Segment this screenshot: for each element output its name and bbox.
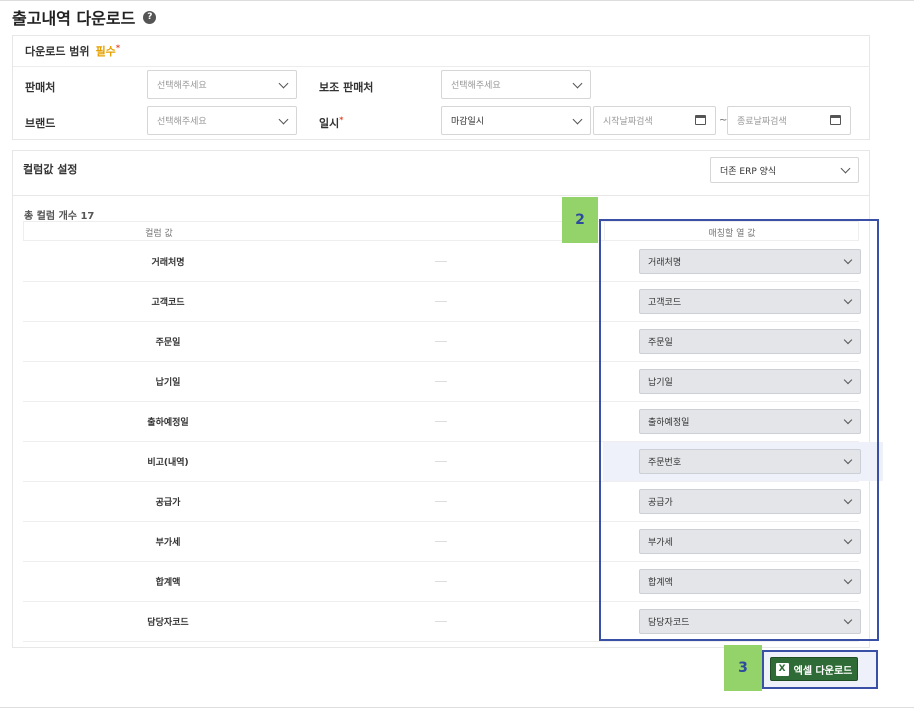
chevron-down-icon — [843, 615, 853, 625]
column-value-header: 컬럼 값 — [145, 229, 173, 239]
row-divider-dash — [435, 501, 447, 502]
calendar-icon[interactable] — [695, 115, 706, 125]
chevron-down-icon — [843, 375, 853, 385]
column-name: 공급가 — [155, 498, 181, 508]
row-divider-dash — [435, 301, 447, 302]
date-type-select[interactable]: 마감일시 — [441, 106, 591, 135]
chevron-down-icon — [572, 78, 583, 89]
column-name: 납기일 — [155, 378, 181, 388]
start-date-input[interactable]: 시작날짜검색 — [593, 106, 716, 135]
table-row: 합계액 합계액 — [23, 562, 861, 602]
calendar-icon[interactable] — [830, 115, 841, 125]
table-row: 주문일 주문일 — [23, 322, 861, 362]
chevron-down-icon — [843, 575, 853, 585]
annotation-badge-step3: 3 — [724, 645, 762, 691]
column-name: 비고(내역) — [147, 458, 189, 468]
page-title: 출고내역 다운로드 ? — [12, 5, 157, 29]
chevron-down-icon — [843, 255, 853, 265]
row-divider-dash — [435, 381, 447, 382]
table-row: 부가세 부가세 — [23, 522, 861, 562]
required-label: 필수* — [95, 43, 120, 58]
match-select[interactable]: 고객코드 — [639, 289, 861, 314]
erp-preset-select[interactable]: 더존 ERP 양식 — [710, 157, 859, 183]
chevron-down-icon — [278, 78, 289, 89]
chevron-down-icon — [843, 415, 853, 425]
match-select[interactable]: 합계액 — [639, 569, 861, 594]
table-row: 고객코드 고객코드 — [23, 282, 861, 322]
brand-select[interactable]: 선택해주세요 — [147, 106, 297, 135]
match-select[interactable]: 납기일 — [639, 369, 861, 394]
column-name: 주문일 — [155, 338, 181, 348]
download-range-header: 다운로드 범위 필수* — [13, 36, 869, 67]
column-mapping-card: 총 컬럼 개수 17 컬럼 값 매칭할 열 값 거래처명 거래처명 고객코드 고객코드… — [12, 195, 883, 648]
chevron-down-icon — [843, 495, 853, 505]
row-divider-dash — [435, 421, 447, 422]
column-name: 출하예정일 — [147, 418, 189, 428]
table-row: 비고(내역) 주문번호 — [23, 442, 883, 482]
chevron-down-icon — [843, 295, 853, 305]
table-row: 출하예정일 출하예정일 — [23, 402, 861, 442]
end-date-input[interactable]: 종료날짜검색 — [727, 106, 851, 135]
row-divider-dash — [435, 341, 447, 342]
column-name: 합계액 — [155, 578, 181, 588]
chevron-down-icon — [843, 455, 853, 465]
match-value-header: 매칭할 열 값 — [708, 229, 756, 239]
sub-seller-label: 보조 판매처 — [319, 81, 374, 94]
seller-label: 판매처 — [25, 81, 56, 94]
chevron-down-icon — [843, 335, 853, 345]
column-settings-title: 컬럼값 설정 — [23, 163, 78, 176]
chevron-down-icon — [278, 114, 289, 125]
row-divider-dash — [435, 581, 447, 582]
match-select[interactable]: 주문번호 — [639, 449, 861, 474]
chevron-down-icon — [840, 163, 851, 174]
column-settings-card: 컬럼값 설정 더존 ERP 양식 — [12, 150, 870, 196]
column-name: 담당자코드 — [147, 618, 189, 628]
mapping-table-header: 컬럼 값 매칭할 열 값 — [23, 221, 859, 241]
table-row: 공급가 공급가 — [23, 482, 861, 522]
column-name: 거래처명 — [151, 258, 185, 268]
chevron-down-icon — [843, 535, 853, 545]
match-select[interactable]: 공급가 — [639, 489, 861, 514]
sub-seller-select[interactable]: 선택해주세요 — [441, 70, 591, 99]
seller-select[interactable]: 선택해주세요 — [147, 70, 297, 99]
row-divider-dash — [435, 541, 447, 542]
match-select[interactable]: 출하예정일 — [639, 409, 861, 434]
question-circle-icon[interactable]: ? — [143, 10, 157, 24]
table-row: 납기일 납기일 — [23, 362, 861, 402]
row-divider-dash — [435, 621, 447, 622]
match-select[interactable]: 거래처명 — [639, 249, 861, 274]
match-select[interactable]: 담당자코드 — [639, 609, 861, 634]
date-label: 일시* — [319, 115, 344, 130]
match-select[interactable]: 주문일 — [639, 329, 861, 354]
table-row: 담당자코드 담당자코드 — [23, 602, 861, 642]
excel-download-button[interactable]: X 엑셀 다운로드 — [770, 657, 858, 681]
column-name: 고객코드 — [151, 298, 185, 308]
row-divider-dash — [435, 261, 447, 262]
row-divider-dash — [435, 461, 447, 462]
download-range-card: 다운로드 범위 필수* 판매처 선택해주세요 보조 판매처 선택해주세요 브랜드… — [12, 35, 870, 140]
column-name: 부가세 — [155, 538, 181, 548]
match-select[interactable]: 부가세 — [639, 529, 861, 554]
chevron-down-icon — [572, 114, 583, 125]
table-row: 거래처명 거래처명 — [23, 242, 861, 282]
total-column-count: 총 컬럼 개수 17 — [24, 211, 95, 222]
annotation-badge-step2: 2 — [562, 197, 598, 243]
excel-icon: X — [775, 662, 789, 676]
brand-label: 브랜드 — [25, 117, 56, 130]
